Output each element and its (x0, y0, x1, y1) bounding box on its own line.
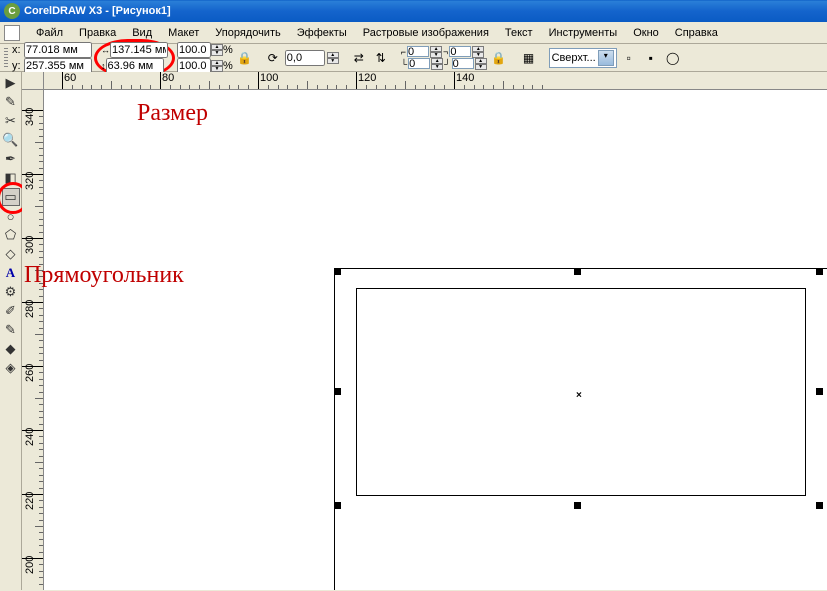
width-arrow-icon: ↔ (101, 44, 110, 56)
window-title: CorelDRAW X3 - [Рисунок1] (24, 5, 171, 17)
corner-br-icon: ┘ (444, 59, 450, 69)
width-input[interactable] (110, 42, 168, 58)
corner-br-input[interactable] (452, 58, 474, 69)
menu-text[interactable]: Текст (497, 25, 541, 41)
zoom-tool[interactable]: 🔍 (2, 131, 20, 149)
canvas-area: 6080100120140 340320300280260240220200 ×… (22, 72, 827, 590)
to-back-icon[interactable]: ▪ (641, 48, 661, 68)
menu-help[interactable]: Справка (667, 25, 726, 41)
rectangle-tool[interactable]: ▭ (2, 188, 20, 206)
menu-bitmaps[interactable]: Растровые изображения (355, 25, 497, 41)
menu-effects[interactable]: Эффекты (289, 25, 355, 41)
x-input[interactable] (24, 42, 92, 58)
title-bar: C CorelDRAW X3 - [Рисунок1] (0, 0, 827, 22)
crop-tool[interactable]: ✂ (2, 112, 20, 130)
y-label: y: (12, 60, 24, 72)
corner-tr-icon: ¬ (443, 47, 448, 57)
lock-ratio-icon[interactable]: 🔒 (235, 48, 255, 68)
selection-handle-bm[interactable] (574, 502, 581, 509)
corner-bl-icon: └ (401, 59, 407, 69)
dropdown-arrow-icon[interactable]: ▾ (598, 50, 614, 66)
x-label: x: (12, 44, 24, 56)
menu-window[interactable]: Окно (625, 25, 667, 41)
corner-tl-input[interactable] (407, 46, 429, 57)
selection-handle-ml[interactable] (334, 388, 341, 395)
spin-down[interactable]: ▼ (211, 50, 223, 56)
selection-handle-mr[interactable] (816, 388, 823, 395)
outline-tool[interactable]: ✎ (2, 321, 20, 339)
convert-curves-icon[interactable]: ◯ (663, 48, 683, 68)
menu-tools[interactable]: Инструменты (541, 25, 626, 41)
selection-handle-tl[interactable] (334, 268, 341, 275)
selection-handle-br[interactable] (816, 502, 823, 509)
snap-label: Сверхт... (552, 52, 596, 64)
wrap-text-icon[interactable]: ▦ (519, 48, 539, 68)
corner-tl-icon: ⌐ (401, 47, 406, 57)
scale-group: ▲▼% ▲▼% (177, 42, 233, 74)
snap-dropdown[interactable]: Сверхт... ▾ (549, 48, 617, 68)
ellipse-tool[interactable]: ○ (2, 207, 20, 225)
mirror-h-icon[interactable]: ⇄ (349, 48, 369, 68)
menu-edit[interactable]: Правка (71, 25, 124, 41)
size-annotation-circle: ↔ ↕ (94, 39, 175, 77)
rotation-input[interactable] (285, 50, 325, 66)
rotate-icon: ⟳ (263, 48, 283, 68)
scale-x-input[interactable] (177, 42, 211, 58)
horizontal-ruler[interactable]: 6080100120140 (44, 72, 827, 90)
pick-tool[interactable]: ▶ (2, 74, 20, 92)
shape-tool[interactable]: ✎ (2, 93, 20, 111)
percent-label: % (223, 44, 233, 56)
corner-bl-input[interactable] (408, 58, 430, 69)
ruler-corner[interactable] (22, 72, 44, 90)
toolbox: ▶ ✎ ✂ 🔍 ✒ ◧ ▭ ○ ⬠ ◇ A ⚙ ✐ ✎ ◆ ◈ (0, 72, 22, 590)
vertical-ruler[interactable]: 340320300280260240220200 (22, 90, 44, 590)
grip-icon (4, 48, 8, 68)
workspace: ▶ ✎ ✂ 🔍 ✒ ◧ ▭ ○ ⬠ ◇ A ⚙ ✐ ✎ ◆ ◈ 60801001… (0, 72, 827, 590)
eyedropper-tool[interactable]: ✐ (2, 302, 20, 320)
basic-shapes-tool[interactable]: ◇ (2, 245, 20, 263)
selection-center-icon: × (576, 390, 582, 401)
interactive-fill-tool[interactable]: ◈ (2, 359, 20, 377)
fill-tool[interactable]: ◆ (2, 340, 20, 358)
selection-handle-tm[interactable] (574, 268, 581, 275)
percent-label: % (223, 60, 233, 72)
menu-layout[interactable]: Макет (160, 25, 207, 41)
menu-arrange[interactable]: Упорядочить (207, 25, 288, 41)
spin-down[interactable]: ▼ (211, 66, 223, 72)
spin-down[interactable]: ▼ (327, 58, 339, 64)
canvas[interactable]: × (44, 90, 827, 590)
selection-handle-tr[interactable] (816, 268, 823, 275)
interactive-tool[interactable]: ⚙ (2, 283, 20, 301)
property-bar: x: y: ↔ ↕ ▲▼% ▲▼% 🔒 ⟳ ▲▼ ⇄ ⇅ ⌐▲▼¬▲▼ └▲▼┘… (0, 44, 827, 72)
position-group: x: y: (12, 42, 92, 74)
polygon-tool[interactable]: ⬠ (2, 226, 20, 244)
corner-tr-input[interactable] (449, 46, 471, 57)
corner-roundness-group: ⌐▲▼¬▲▼ └▲▼┘▲▼ (401, 46, 487, 70)
selection-handle-bl[interactable] (334, 502, 341, 509)
menu-file[interactable]: Файл (28, 25, 71, 41)
mirror-v-icon[interactable]: ⇅ (371, 48, 391, 68)
freehand-tool[interactable]: ✒ (2, 150, 20, 168)
lock-corners-icon[interactable]: 🔒 (489, 48, 509, 68)
smartfill-tool[interactable]: ◧ (2, 169, 20, 187)
size-group: ↔ ↕ (101, 42, 168, 74)
app-icon: C (4, 3, 20, 19)
document-icon[interactable] (4, 25, 20, 41)
to-front-icon[interactable]: ▫ (619, 48, 639, 68)
text-tool[interactable]: A (2, 264, 20, 282)
